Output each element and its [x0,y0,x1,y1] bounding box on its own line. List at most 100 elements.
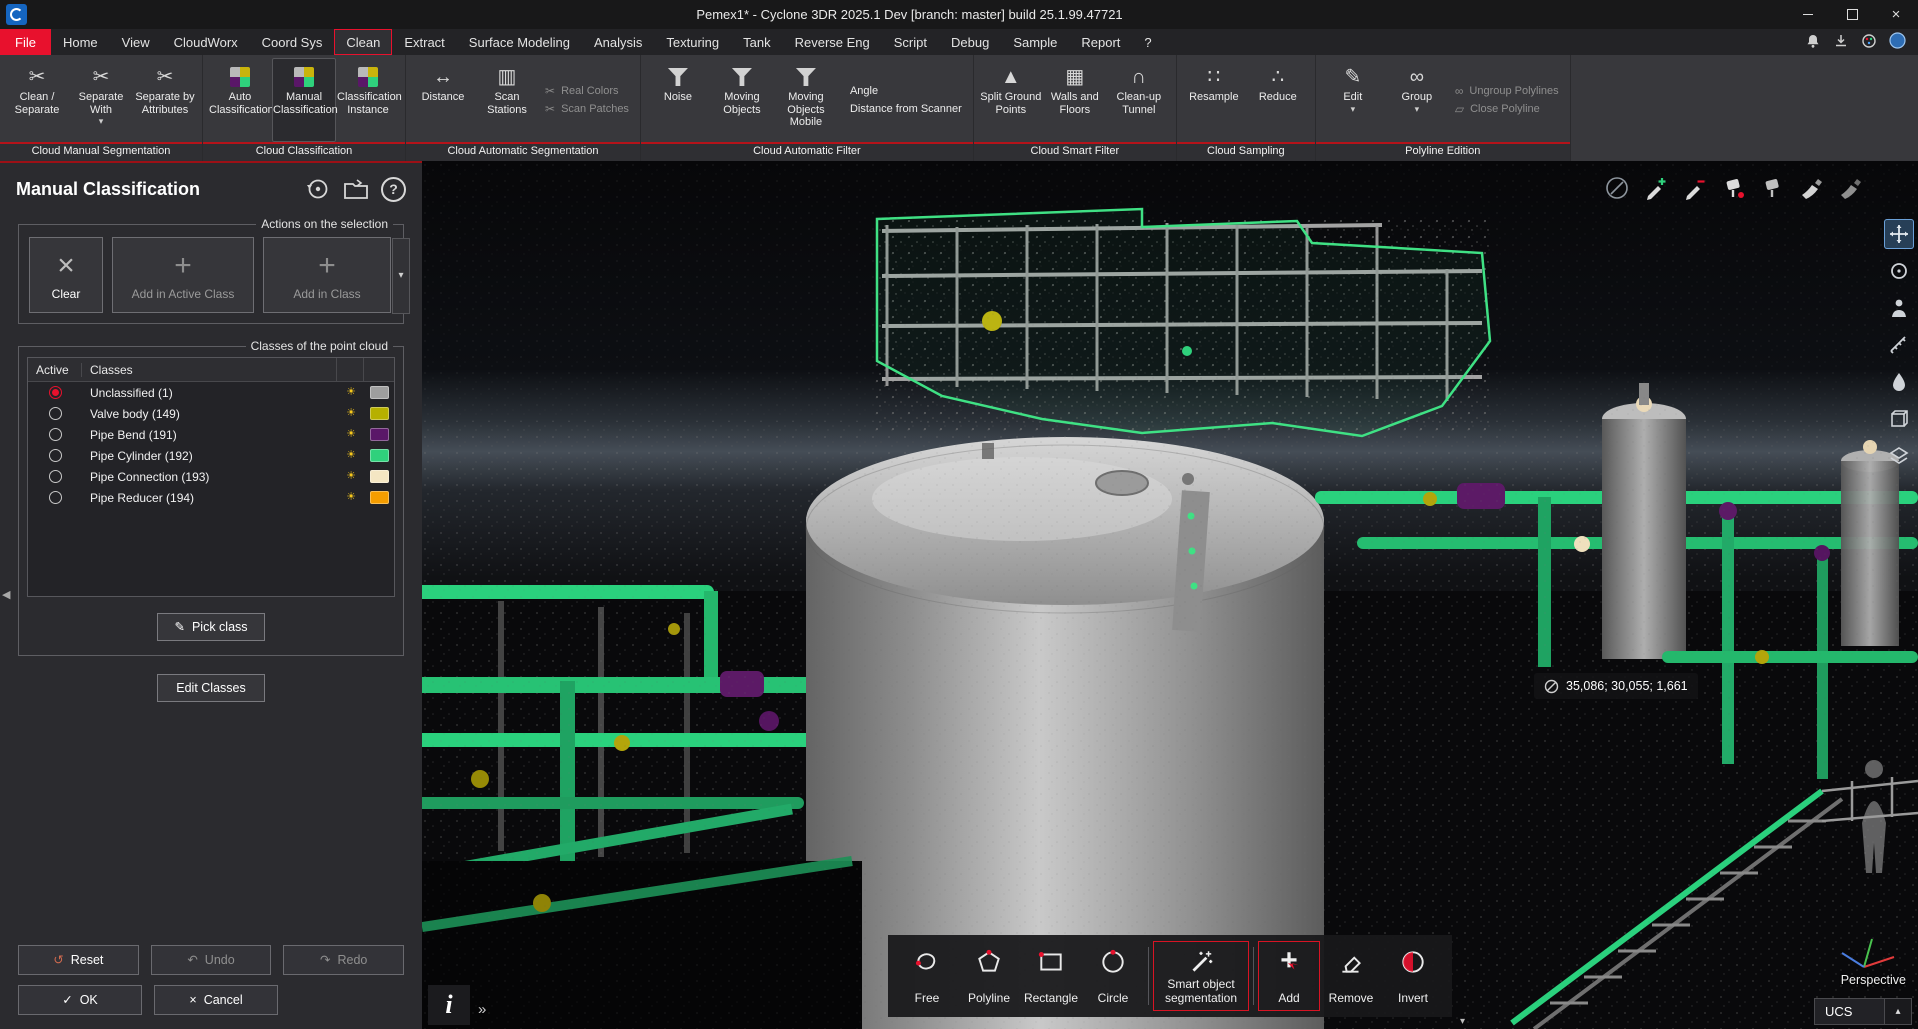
pick-class-button[interactable]: Pick class [157,613,264,641]
ungroup-polylines-button[interactable]: Ungroup Polylines [1455,85,1559,97]
close-polyline-button[interactable]: Close Polyline [1455,103,1559,115]
layers-icon[interactable] [1884,441,1914,471]
tab-cloudworx[interactable]: CloudWorx [162,29,250,55]
section-box-icon[interactable] [1884,404,1914,434]
ok-button[interactable]: OK [18,985,142,1015]
class-row-valve-body[interactable]: Valve body (149) [28,403,394,424]
class-active-radio[interactable] [49,428,62,441]
resample-button[interactable]: Resample [1182,58,1246,142]
maximize-button[interactable] [1830,0,1874,29]
paint-add-icon[interactable] [1719,173,1749,203]
noise-filter-button[interactable]: Noise [646,58,710,142]
moving-objects-button[interactable]: Moving Objects [710,58,774,142]
split-ground-points-button[interactable]: Split Ground Points [979,58,1043,142]
tab-home[interactable]: Home [51,29,110,55]
invert-selection-button[interactable]: Invert [1382,941,1444,1011]
class-row-pipe-bend[interactable]: Pipe Bend (191) [28,424,394,445]
class-active-radio[interactable] [49,470,62,483]
tab-sample[interactable]: Sample [1001,29,1069,55]
class-color-chip[interactable] [370,449,389,462]
tab-clean[interactable]: Clean [334,29,392,55]
orbit-view-icon[interactable] [1884,219,1914,249]
class-color-chip[interactable] [370,428,389,441]
class-active-radio[interactable] [49,491,62,504]
moving-objects-mobile-button[interactable]: Moving Objects Mobile [774,58,838,142]
tab-file[interactable]: File [0,29,51,55]
tab-debug[interactable]: Debug [939,29,1001,55]
account-badge-icon[interactable] [1889,32,1906,52]
class-row-pipe-cylinder[interactable]: Pipe Cylinder (192) [28,445,394,466]
measure-icon[interactable] [1884,330,1914,360]
tab-analysis[interactable]: Analysis [582,29,654,55]
add-in-class-dropdown[interactable] [392,238,410,314]
clean-separate-button[interactable]: Clean / Separate [5,58,69,142]
brightness-icon[interactable] [346,492,356,503]
class-color-chip[interactable] [370,386,389,399]
classification-instance-button[interactable]: Classification Instance [336,58,400,142]
tab-surface-modeling[interactable]: Surface Modeling [457,29,582,55]
class-row-pipe-connection[interactable]: Pipe Connection (193) [28,466,394,487]
tab-reverse-eng[interactable]: Reverse Eng [783,29,882,55]
remove-from-selection-button[interactable]: Remove [1320,941,1382,1011]
brightness-icon[interactable] [346,429,356,440]
paint-remove-icon[interactable] [1758,173,1788,203]
separate-by-attributes-button[interactable]: Separate by Attributes [133,58,197,142]
minimize-button[interactable] [1786,0,1830,29]
brush-visible-icon[interactable] [1836,173,1866,203]
edit-polyline-button[interactable]: Edit [1321,58,1385,142]
export-folder-icon[interactable] [343,176,369,202]
tab-help[interactable]: ? [1132,29,1163,55]
class-active-radio[interactable] [49,386,62,399]
auto-classification-button[interactable]: Auto Classification [208,58,272,142]
close-button[interactable] [1874,0,1918,29]
expand-info-icon[interactable] [478,1002,486,1017]
add-to-selection-button[interactable]: Add [1258,941,1320,1011]
class-color-chip[interactable] [370,407,389,420]
brightness-icon[interactable] [346,450,356,461]
smart-object-segmentation-button[interactable]: Smart object segmentation [1153,941,1249,1011]
ucs-selector[interactable]: UCS [1814,998,1912,1025]
brush-all-icon[interactable] [1797,173,1827,203]
tab-script[interactable]: Script [882,29,939,55]
group-polyline-button[interactable]: Group [1385,58,1449,142]
person-view-icon[interactable] [1884,293,1914,323]
tab-tank[interactable]: Tank [731,29,782,55]
walls-and-floors-button[interactable]: Walls and Floors [1043,58,1107,142]
distance-from-scanner-button[interactable]: Distance from Scanner [844,103,962,115]
manual-classification-button[interactable]: Manual Classification [272,58,336,142]
class-color-chip[interactable] [370,470,389,483]
cancel-button[interactable]: Cancel [154,985,278,1015]
angle-filter-button[interactable]: Angle [844,85,962,97]
add-in-class-button[interactable]: Add in Class [263,237,391,313]
class-color-chip[interactable] [370,491,389,504]
download-icon[interactable] [1833,33,1849,52]
class-active-radio[interactable] [49,407,62,420]
class-row-pipe-reducer[interactable]: Pipe Reducer (194) [28,487,394,508]
separate-with-button[interactable]: Separate With [69,58,133,142]
tab-extract[interactable]: Extract [392,29,456,55]
scan-patches-button[interactable]: Scan Patches [545,103,629,115]
toolbar-collapse-icon[interactable] [1460,1017,1465,1027]
add-in-active-class-button[interactable]: Add in Active Class [112,237,254,313]
undo-button[interactable]: Undo [151,945,272,975]
tab-report[interactable]: Report [1069,29,1132,55]
class-active-radio[interactable] [49,449,62,462]
free-selection-button[interactable]: Free [896,941,958,1011]
rectangle-selection-button[interactable]: Rectangle [1020,941,1082,1011]
real-colors-button[interactable]: Real Colors [545,85,629,97]
theme-palette-icon[interactable] [1861,33,1877,52]
distance-segmentation-button[interactable]: Distance [411,58,475,142]
scan-stations-button[interactable]: Scan Stations [475,58,539,142]
help-icon[interactable] [381,177,406,202]
redo-button[interactable]: Redo [283,945,404,975]
compass-icon[interactable] [1602,173,1632,203]
clean-up-tunnel-button[interactable]: Clean-up Tunnel [1107,58,1171,142]
center-target-icon[interactable] [1884,256,1914,286]
tab-coord-sys[interactable]: Coord Sys [250,29,335,55]
tab-texturing[interactable]: Texturing [654,29,731,55]
viewport-3d[interactable]: 35,086; 30,055; 1,661 Free Polyline Rect… [422,161,1918,1029]
reset-button[interactable]: Reset [18,945,139,975]
edit-classes-button[interactable]: Edit Classes [157,674,264,702]
pen-remove-selection-icon[interactable] [1680,173,1710,203]
clear-selection-button[interactable]: Clear [29,237,103,313]
